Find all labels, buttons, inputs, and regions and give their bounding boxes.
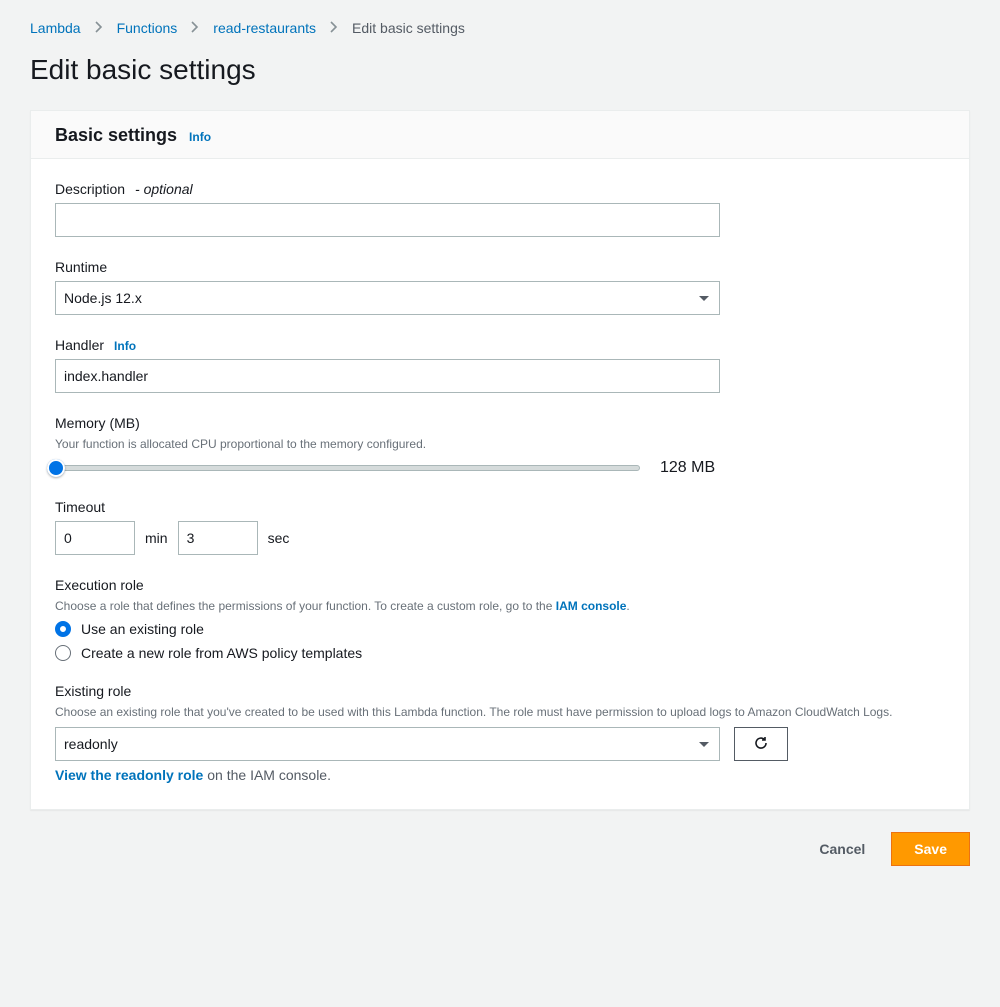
existing-role-field: Existing role Choose an existing role th…: [55, 683, 945, 783]
existing-role-hint: Choose an existing role that you've crea…: [55, 705, 945, 719]
timeout-sec-unit: sec: [268, 530, 290, 546]
chevron-right-icon: [330, 20, 338, 36]
timeout-min-input[interactable]: [55, 521, 135, 555]
breadcrumb: Lambda Functions read-restaurants Edit b…: [30, 20, 970, 36]
breadcrumb-function-name[interactable]: read-restaurants: [213, 20, 316, 36]
timeout-sec-input[interactable]: [178, 521, 258, 555]
footer-actions: Cancel Save: [30, 832, 970, 866]
breadcrumb-functions[interactable]: Functions: [117, 20, 178, 36]
timeout-label: Timeout: [55, 499, 105, 515]
view-role-suffix: on the IAM console.: [203, 767, 331, 783]
memory-label: Memory (MB): [55, 415, 140, 431]
basic-settings-panel: Basic settings Info Description - option…: [30, 110, 970, 810]
runtime-label: Runtime: [55, 259, 107, 275]
page-title: Edit basic settings: [30, 54, 970, 86]
radio-use-existing-role[interactable]: Use an existing role: [55, 621, 945, 637]
radio-label: Create a new role from AWS policy templa…: [81, 645, 362, 661]
timeout-field: Timeout min sec: [55, 499, 945, 555]
breadcrumb-lambda[interactable]: Lambda: [30, 20, 81, 36]
panel-header: Basic settings Info: [31, 111, 969, 159]
panel-title: Basic settings: [55, 125, 177, 146]
panel-info-link[interactable]: Info: [189, 130, 211, 144]
view-role-link[interactable]: View the readonly role: [55, 767, 203, 783]
handler-info-link[interactable]: Info: [114, 339, 136, 353]
memory-slider[interactable]: [55, 465, 640, 471]
radio-label: Use an existing role: [81, 621, 204, 637]
save-button[interactable]: Save: [891, 832, 970, 866]
handler-input[interactable]: [55, 359, 720, 393]
execution-role-hint: Choose a role that defines the permissio…: [55, 599, 945, 613]
description-label: Description: [55, 181, 125, 197]
description-optional: - optional: [135, 181, 193, 197]
chevron-right-icon: [191, 20, 199, 36]
description-input[interactable]: [55, 203, 720, 237]
existing-role-select[interactable]: readonly: [55, 727, 720, 761]
runtime-field: Runtime Node.js 12.x: [55, 259, 945, 315]
description-field: Description - optional: [55, 181, 945, 237]
refresh-icon: [753, 735, 769, 754]
memory-field: Memory (MB) Your function is allocated C…: [55, 415, 945, 477]
radio-selected-icon: [55, 621, 71, 637]
breadcrumb-current: Edit basic settings: [352, 20, 465, 36]
memory-value: 128 MB: [660, 459, 715, 477]
radio-unselected-icon: [55, 645, 71, 661]
iam-console-link[interactable]: IAM console: [556, 599, 627, 613]
existing-role-label: Existing role: [55, 683, 131, 699]
handler-label: Handler: [55, 337, 104, 353]
handler-field: Handler Info: [55, 337, 945, 393]
refresh-roles-button[interactable]: [734, 727, 788, 761]
memory-slider-thumb[interactable]: [47, 459, 65, 477]
execution-role-label: Execution role: [55, 577, 144, 593]
radio-create-new-role[interactable]: Create a new role from AWS policy templa…: [55, 645, 945, 661]
chevron-right-icon: [95, 20, 103, 36]
memory-hint: Your function is allocated CPU proportio…: [55, 437, 945, 451]
cancel-button[interactable]: Cancel: [809, 833, 875, 865]
execution-role-field: Execution role Choose a role that define…: [55, 577, 945, 661]
timeout-min-unit: min: [145, 530, 168, 546]
runtime-select[interactable]: Node.js 12.x: [55, 281, 720, 315]
